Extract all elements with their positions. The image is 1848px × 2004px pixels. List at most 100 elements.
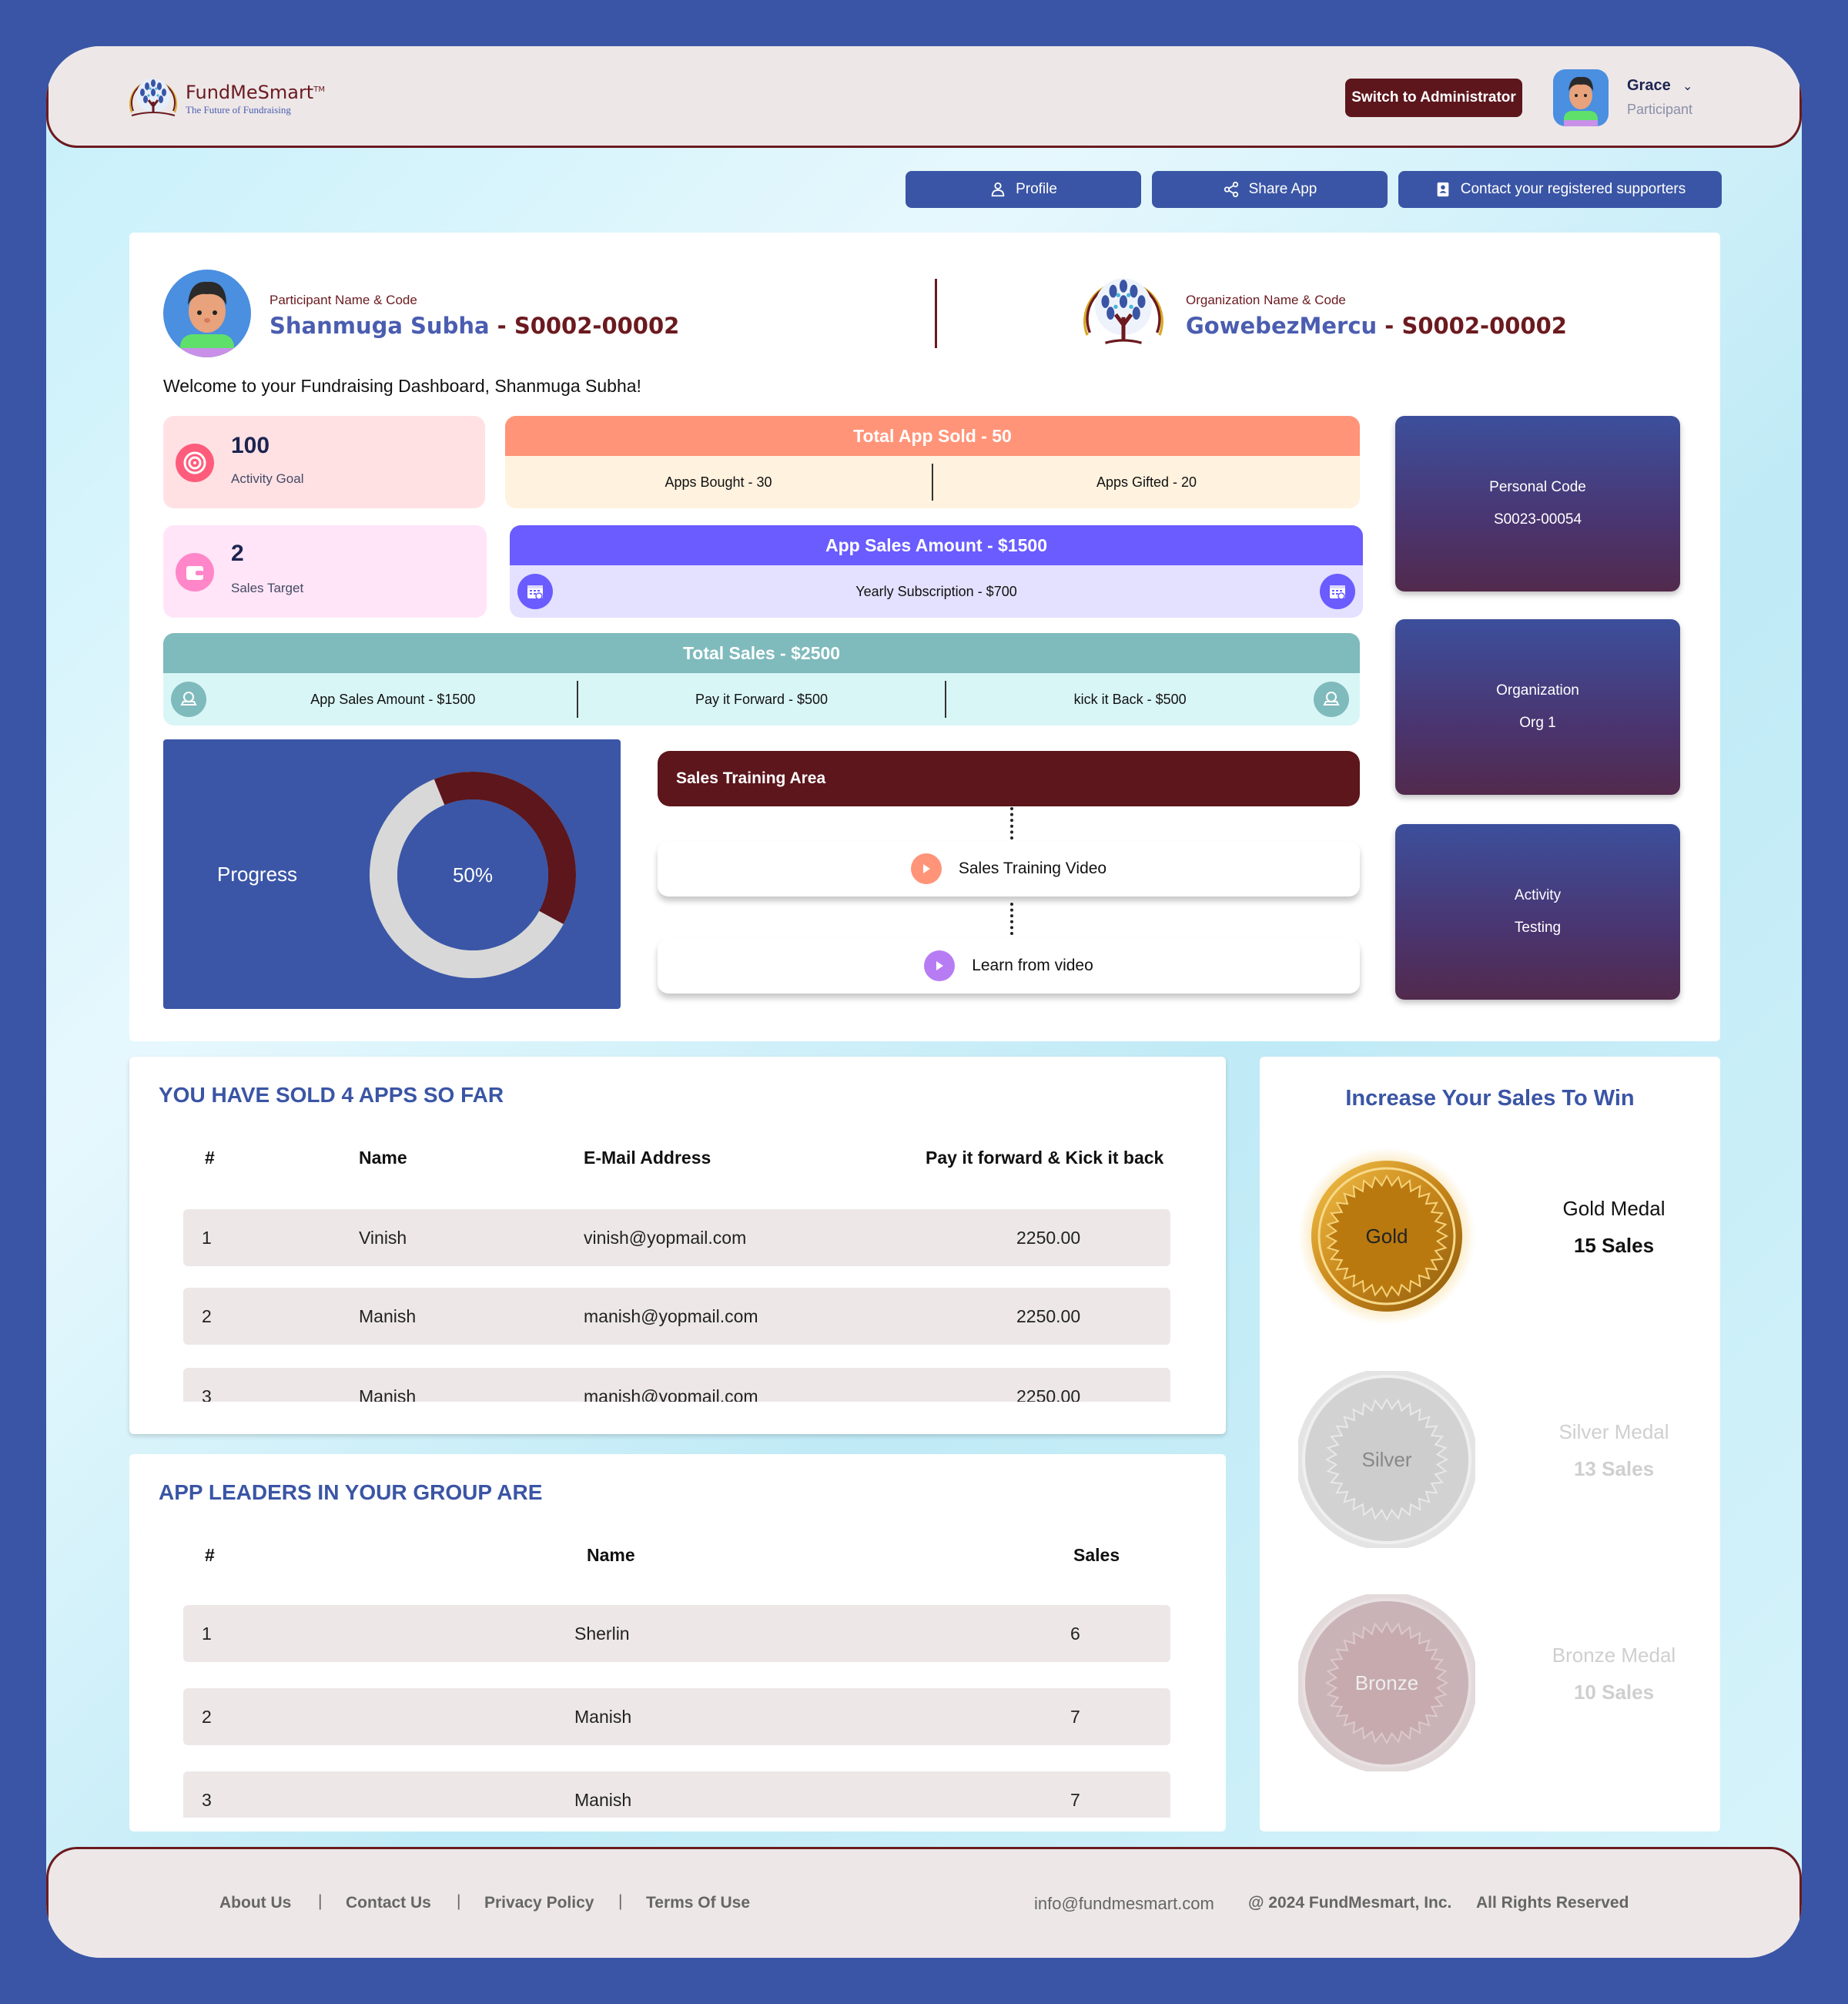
money-laptop-icon: [171, 682, 206, 717]
contact-book-icon: [1437, 182, 1449, 197]
chevron-down-icon[interactable]: ⌄: [1682, 79, 1692, 94]
total-app-sold-banner: Total App Sold - 50 Apps Bought - 30 App…: [505, 416, 1360, 508]
activity-goal-label: Activity Goal: [231, 471, 304, 486]
row-name: Manish: [359, 1386, 417, 1402]
pay-it-forward-amount: Pay it Forward - $500: [695, 691, 829, 707]
row-name: Manish: [574, 1707, 632, 1727]
table-row[interactable]: 1 Sherlin 6: [183, 1605, 1170, 1662]
apps-gifted: Apps Gifted - 20: [1096, 474, 1197, 490]
participant-label: Participant Name & Code: [270, 293, 417, 307]
footer-separator: |: [457, 1892, 461, 1910]
total-app-sold-title: Total App Sold - 50: [505, 416, 1360, 456]
participant-avatar: [163, 270, 251, 357]
progress-label: Progress: [217, 863, 298, 886]
tree-logo-icon: [127, 72, 179, 125]
row-name: Manish: [359, 1306, 417, 1326]
silver-medal-name: Silver Medal: [1558, 1420, 1669, 1443]
sales-target-value: 2: [231, 541, 244, 566]
app-sales-amount-banner: App Sales Amount - $1500 Yearly Subscrip…: [510, 525, 1363, 618]
footer-email[interactable]: info@fundmesmart.com: [1034, 1894, 1214, 1914]
row-number: 2: [202, 1707, 212, 1727]
trademark: TM: [313, 85, 325, 94]
participant-code: S0002-00002: [514, 313, 680, 339]
welcome-message: Welcome to your Fundraising Dashboard, S…: [163, 376, 641, 396]
contact-supporters-button[interactable]: Contact your registered supporters: [1398, 171, 1722, 208]
gold-medal-name: Gold Medal: [1562, 1197, 1666, 1220]
money-laptop-icon: [1314, 682, 1349, 717]
apps-sold-panel: YOU HAVE SOLD 4 APPS SO FAR # Name E-Mai…: [129, 1057, 1226, 1434]
share-icon: [1224, 181, 1238, 198]
row-sales: 7: [1070, 1790, 1080, 1810]
table-row[interactable]: 1 Vinish vinish@yopmail.com 2250.00: [183, 1209, 1170, 1266]
total-sales-title: Total Sales - $2500: [163, 633, 1360, 673]
gold-medal-badge: Gold: [1366, 1225, 1408, 1248]
table-row[interactable]: 2 Manish 7: [183, 1688, 1170, 1745]
table-row[interactable]: 2 Manish manish@yopmail.com 2250.00: [183, 1288, 1170, 1345]
sales-training-area-header: Sales Training Area: [658, 751, 1360, 806]
row-sales: 7: [1070, 1707, 1080, 1727]
row-amount: 2250.00: [1016, 1386, 1081, 1402]
share-app-button[interactable]: Share App: [1152, 171, 1388, 208]
brand-logo[interactable]: FundMeSmartTM The Future of Fundraising: [127, 72, 325, 125]
user-icon: [991, 182, 1005, 197]
top-header: FundMeSmartTM The Future of Fundraising …: [46, 46, 1802, 148]
header-divider: [935, 279, 937, 348]
organization-card-title: Organization: [1496, 682, 1579, 699]
footer-link-contact-us[interactable]: Contact Us: [346, 1894, 431, 1912]
profile-label: Profile: [1016, 181, 1057, 197]
footer-separator: |: [618, 1892, 623, 1910]
participant-name: Shanmuga Subha: [270, 313, 490, 339]
target-icon: [176, 444, 214, 482]
user-name[interactable]: Grace: [1627, 77, 1671, 95]
row-name: Manish: [574, 1790, 632, 1810]
app-sales-amount-title: App Sales Amount - $1500: [510, 525, 1363, 565]
total-app-sales-amount: App Sales Amount - $1500: [310, 691, 476, 707]
organization-name: GowebezMercu: [1186, 313, 1378, 339]
play-icon: [910, 853, 942, 884]
organization-card-value: Org 1: [1519, 715, 1556, 731]
footer-link-terms-of-use[interactable]: Terms Of Use: [646, 1894, 750, 1912]
footer-link-privacy-policy[interactable]: Privacy Policy: [484, 1894, 594, 1912]
row-email: manish@yopmail.com: [584, 1306, 758, 1326]
activity-card-title: Activity: [1514, 887, 1562, 903]
row-email: vinish@yopmail.com: [584, 1228, 747, 1248]
organization-name-code: GowebezMercu - S0002-00002: [1186, 313, 1567, 339]
apps-bought: Apps Bought - 30: [665, 474, 772, 490]
table-row[interactable]: 3 Manish 7: [183, 1771, 1170, 1818]
wallet-icon: [176, 553, 214, 591]
contact-supporters-label: Contact your registered supporters: [1460, 181, 1686, 197]
row-sales: 6: [1070, 1624, 1080, 1644]
user-role: Participant: [1627, 102, 1693, 117]
silver-medal-badge: Silver: [1361, 1448, 1411, 1471]
activity-goal-card: 100 Activity Goal: [163, 416, 485, 508]
bronze-medal-badge: Bronze: [1355, 1671, 1418, 1694]
participant-separator: -: [497, 313, 507, 339]
footer-link-about-us[interactable]: About Us: [219, 1894, 291, 1912]
organization-code: S0002-00002: [1401, 313, 1567, 339]
organization-logo-icon: [1080, 268, 1167, 356]
sales-target-label: Sales Target: [231, 581, 304, 595]
bronze-medal-icon: Bronze: [1298, 1594, 1475, 1771]
medals-panel: Increase Your Sales To Win Gold Gold Med…: [1260, 1057, 1720, 1831]
learn-from-video-label: Learn from video: [972, 957, 1093, 974]
sales-training-video-item[interactable]: Sales Training Video: [658, 841, 1360, 896]
kick-it-back-amount: kick it Back - $500: [1073, 691, 1187, 707]
learn-from-video-item[interactable]: Learn from video: [658, 938, 1360, 994]
connector-line: [1010, 807, 1013, 839]
app-leaders-panel: APP LEADERS IN YOUR GROUP ARE # Name Sal…: [129, 1454, 1226, 1831]
switch-to-administrator-button[interactable]: Switch to Administrator: [1345, 79, 1522, 117]
user-avatar[interactable]: [1553, 69, 1609, 126]
gold-medal-sales: 15 Sales: [1573, 1234, 1655, 1257]
progress-card: Progress 50%: [163, 739, 621, 1009]
personal-code-title: Personal Code: [1489, 479, 1586, 495]
personal-code-value: S0023-00054: [1493, 511, 1582, 528]
brand-name: FundMeSmart: [186, 81, 314, 103]
table-row[interactable]: 3 Manish manish@yopmail.com 2250.00: [183, 1368, 1170, 1402]
bronze-medal-sales: 10 Sales: [1573, 1681, 1655, 1704]
activity-goal-value: 100: [231, 433, 270, 458]
profile-button[interactable]: Profile: [906, 171, 1141, 208]
brand-tagline: The Future of Fundraising: [186, 103, 291, 116]
sales-training-video-label: Sales Training Video: [958, 860, 1107, 877]
personal-code-card: Personal Code S0023-00054: [1395, 416, 1680, 591]
participant-name-code: Shanmuga Subha - S0002-00002: [270, 313, 679, 339]
